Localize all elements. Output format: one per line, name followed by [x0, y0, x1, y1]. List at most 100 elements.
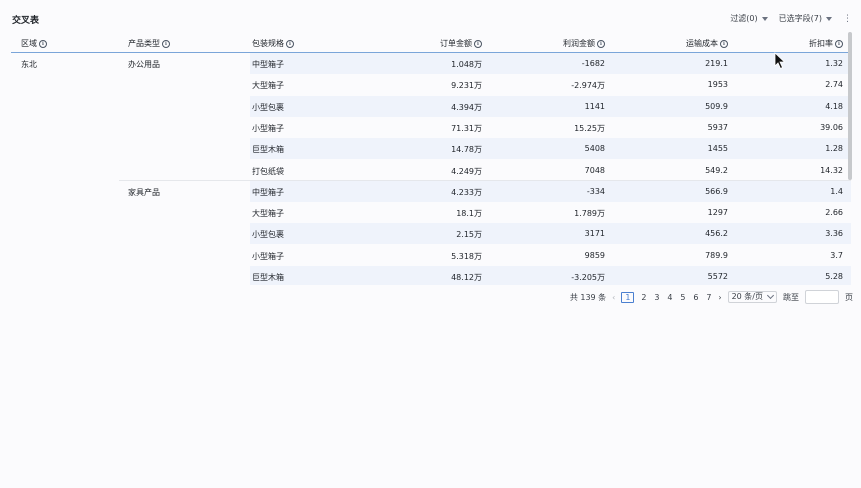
shipping-cost-cell: 1953 [707, 80, 728, 90]
shipping-cost-cell: 1455 [707, 144, 728, 154]
info-icon[interactable]: i [39, 39, 47, 48]
toolbar: 过滤(0) 已选字段(7) ⋮ [730, 13, 852, 24]
selected-fields-button[interactable]: 已选字段(7) [779, 13, 832, 24]
info-icon[interactable]: i [835, 39, 843, 48]
page-button-5[interactable]: 5 [679, 293, 686, 302]
package-cell: 大型箱子 [252, 81, 284, 91]
vertical-scrollbar[interactable] [848, 32, 852, 180]
discount-cell: 5.28 [825, 272, 843, 281]
chevron-down-icon [766, 291, 775, 300]
column-header-order-amount[interactable]: 订单金额 i [440, 38, 482, 49]
column-header-product-type[interactable]: 产品类型 i [128, 38, 170, 49]
page-title: 交叉表 [12, 16, 40, 26]
table-row[interactable]: 小型箱子 71.31万 15.25万 5937 39.06 [250, 117, 851, 138]
discount-cell: 1.4 [830, 186, 843, 196]
order-amount-cell: 5.318万 [451, 251, 482, 261]
caret-down-icon [826, 16, 832, 21]
table-row[interactable]: 大型箱子 18.1万 1.789万 1297 2.66 [250, 202, 851, 223]
discount-cell: 1.28 [825, 144, 843, 154]
filter-button[interactable]: 过滤(0) [730, 13, 768, 24]
column-header-package[interactable]: 包装规格 i [252, 38, 294, 49]
total-count: 共 139 条 [569, 292, 607, 302]
column-header-label: 订单金额 [440, 39, 472, 48]
info-icon[interactable]: i [286, 39, 294, 48]
table-row[interactable]: 中型箱子 4.233万 -334 566.9 1.4 [250, 180, 851, 202]
cross-table: 区域 i 产品类型 i 包装规格 i 订单金额 i 利润金额 i 运输成本 i [11, 33, 851, 285]
page-button-6[interactable]: 6 [692, 293, 699, 302]
column-header-shipping-cost[interactable]: 运输成本 i [686, 38, 728, 49]
column-header-region[interactable]: 区域 i [21, 38, 47, 49]
page-button-2[interactable]: 2 [640, 293, 647, 302]
page-suffix: 页 [845, 292, 853, 302]
discount-cell: 2.74 [825, 80, 843, 90]
package-cell: 小型箱子 [252, 123, 284, 133]
next-page-icon[interactable]: › [718, 293, 721, 302]
profit-amount-cell: 1141 [584, 101, 605, 111]
page-button-1[interactable]: 1 [621, 291, 635, 303]
mouse-cursor-icon [774, 52, 786, 70]
table-row[interactable]: 小型包裹 4.394万 1141 509.9 4.18 [250, 95, 851, 117]
profit-amount-cell: 3171 [584, 229, 605, 239]
pagination: 共 139 条 ‹ 1 2 3 4 5 6 7 › 20 条/页 跳至 页 [570, 290, 853, 304]
filter-label: 过滤(0) [730, 14, 758, 23]
profit-amount-cell: 5408 [584, 144, 605, 154]
discount-cell: 14.32 [820, 165, 843, 175]
shipping-cost-cell: 566.9 [705, 186, 728, 196]
order-amount-cell: 4.249万 [451, 166, 482, 176]
package-cell: 中型箱子 [252, 60, 284, 69]
table-row[interactable]: 小型包裹 2.15万 3171 456.2 3.36 [250, 223, 851, 245]
page-button-3[interactable]: 3 [653, 293, 660, 302]
discount-cell: 3.7 [830, 250, 843, 260]
product-type-cell: 家具产品 [128, 188, 160, 197]
selected-fields-label: 已选字段(7) [778, 14, 822, 23]
shipping-cost-cell: 509.9 [705, 101, 728, 111]
profit-amount-cell: 9859 [584, 250, 605, 260]
page-size-select[interactable]: 20 条/页 [727, 291, 777, 303]
package-cell: 巨型木箱 [252, 273, 284, 282]
order-amount-cell: 48.12万 [451, 273, 482, 282]
info-icon[interactable]: i [474, 39, 482, 48]
prev-page-icon[interactable]: ‹ [612, 293, 615, 302]
discount-cell: 4.18 [825, 101, 843, 111]
column-header-profit-amount[interactable]: 利润金额 i [563, 38, 605, 49]
page-button-7[interactable]: 7 [705, 293, 712, 302]
column-header-label: 利润金额 [563, 39, 595, 48]
table-row[interactable]: 大型箱子 9.231万 -2.974万 1953 2.74 [250, 74, 851, 95]
caret-down-icon [761, 16, 768, 21]
jump-page-input[interactable] [805, 290, 839, 304]
shipping-cost-cell: 549.2 [705, 165, 728, 175]
info-icon[interactable]: i [162, 39, 170, 48]
table-row[interactable]: 中型箱子 1.048万 -1682 219.1 1.32 [250, 53, 851, 74]
discount-cell: 39.06 [820, 122, 843, 132]
cross-table-page: 交叉表 过滤(0) 已选字段(7) ⋮ 区域 i 产品类型 i 包装规格 i 订… [0, 0, 861, 488]
column-header-discount[interactable]: 折扣率 i [809, 38, 843, 49]
table-header: 区域 i 产品类型 i 包装规格 i 订单金额 i 利润金额 i 运输成本 i [11, 33, 851, 53]
more-options-icon[interactable]: ⋮ [843, 14, 852, 23]
order-amount-cell: 18.1万 [456, 209, 482, 219]
shipping-cost-cell: 219.1 [705, 59, 728, 68]
package-cell: 小型包裹 [252, 102, 284, 112]
table-row[interactable]: 巨型木箱 48.12万 -3.205万 5572 5.28 [250, 266, 851, 285]
page-size-label: 20 条/页 [731, 292, 763, 301]
table-row[interactable]: 小型箱子 5.318万 9859 789.9 3.7 [250, 245, 851, 266]
discount-cell: 1.32 [825, 59, 843, 68]
discount-cell: 3.36 [825, 229, 843, 239]
info-icon[interactable]: i [720, 39, 728, 48]
profit-amount-cell: 1.789万 [574, 209, 605, 219]
package-cell: 中型箱子 [252, 187, 284, 197]
shipping-cost-cell: 1297 [707, 208, 728, 218]
package-cell: 巨型木箱 [252, 145, 284, 155]
shipping-cost-cell: 456.2 [705, 229, 728, 239]
package-cell: 小型包裹 [252, 230, 284, 240]
package-cell: 打包纸袋 [252, 166, 284, 176]
profit-amount-cell: 15.25万 [574, 123, 605, 133]
page-button-4[interactable]: 4 [666, 293, 673, 302]
profit-amount-cell: -334 [586, 186, 605, 196]
shipping-cost-cell: 5572 [707, 272, 728, 281]
info-icon[interactable]: i [597, 39, 605, 48]
table-row[interactable]: 巨型木箱 14.78万 5408 1455 1.28 [250, 138, 851, 160]
column-header-label: 区域 [21, 39, 37, 48]
table-row[interactable]: 打包纸袋 4.249万 7048 549.2 14.32 [250, 160, 851, 181]
column-header-label: 折扣率 [809, 39, 833, 48]
package-cell: 大型箱子 [252, 209, 284, 219]
